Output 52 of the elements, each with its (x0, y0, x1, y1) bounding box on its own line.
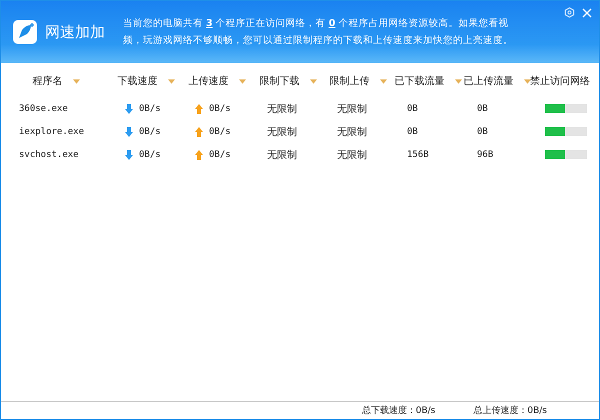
downloaded-amount: 156B (407, 150, 429, 160)
download-limit[interactable]: 无限制 (267, 148, 297, 162)
column-header[interactable]: 已下载流量 (393, 74, 463, 88)
sort-caret-icon (380, 78, 386, 84)
total-upload-speed: 总上传速度：0B/s (473, 404, 547, 417)
download-speed: 0B/s (139, 104, 161, 114)
download-limit[interactable]: 无限制 (267, 124, 297, 138)
network-toggle[interactable] (545, 127, 587, 136)
column-header[interactable]: 下载速度 (111, 74, 181, 88)
upload-speed: 0B/s (209, 104, 231, 114)
down-arrow-icon (125, 150, 133, 160)
upload-limit[interactable]: 无限制 (337, 124, 367, 138)
uploaded-amount: 0B (477, 104, 488, 114)
upload-speed: 0B/s (209, 150, 231, 160)
sort-caret-icon (72, 78, 80, 84)
column-header[interactable]: 限制下载 (253, 74, 323, 88)
program-name: 360se.exe (18, 104, 69, 114)
download-speed: 0B/s (139, 150, 161, 160)
downloaded-amount: 0B (407, 104, 418, 114)
column-header[interactable]: 已上传流量 (463, 74, 531, 88)
upload-limit[interactable]: 无限制 (337, 102, 367, 116)
total-download-speed: 总下载速度：0B/s (362, 404, 436, 417)
download-speed: 0B/s (139, 126, 161, 136)
down-arrow-icon (125, 104, 133, 114)
network-toggle[interactable] (545, 150, 587, 159)
window-title: 网速加加 (45, 22, 105, 42)
network-toggle[interactable] (545, 104, 587, 113)
upload-limit[interactable]: 无限制 (337, 148, 367, 162)
up-arrow-icon (195, 126, 203, 136)
program-name: svchost.exe (18, 150, 80, 160)
sort-caret-icon (454, 78, 462, 84)
column-header[interactable]: 上传速度 (181, 74, 253, 88)
sort-caret-icon (524, 78, 530, 84)
sort-caret-icon (238, 78, 246, 84)
up-arrow-icon (195, 150, 203, 160)
down-arrow-icon (125, 126, 133, 136)
program-name: iexplore.exe (18, 126, 86, 136)
close-icon[interactable] (582, 8, 592, 18)
sort-caret-icon (310, 78, 316, 84)
app-logo-icon (13, 20, 37, 44)
up-arrow-icon (195, 104, 203, 114)
download-limit[interactable]: 无限制 (267, 102, 297, 116)
uploaded-amount: 96B (477, 150, 494, 160)
upload-speed: 0B/s (209, 126, 231, 136)
notice-text: 当前您的电脑共有 3 个程序正在访问网络，有 0 个程序占用网络资源较高。如果您看视频，玩游戏网络不够顺畅，您可以通过限制程序的下载和上传速度来加快您的上亮速度。 (123, 17, 514, 48)
downloaded-amount: 0B (407, 126, 418, 136)
settings-icon[interactable] (564, 7, 575, 18)
column-header[interactable]: 程序名 (1, 74, 111, 88)
sort-caret-icon (168, 78, 174, 84)
column-header[interactable]: 限制上传 (323, 74, 393, 88)
uploaded-amount: 0B (477, 126, 488, 136)
column-header[interactable]: 禁止访问网络 (531, 74, 599, 88)
